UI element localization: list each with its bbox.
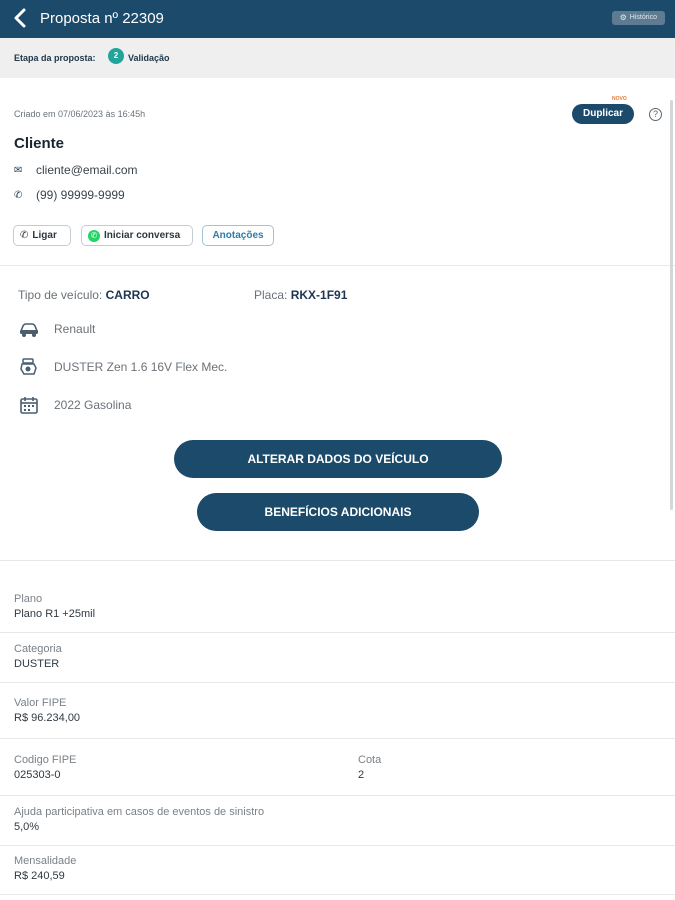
divider xyxy=(0,894,675,895)
stage-number-badge: 2 xyxy=(108,48,124,64)
vehicle-model: DUSTER Zen 1.6 16V Flex Mec. xyxy=(54,360,228,374)
gear-icon: ⚙ xyxy=(619,13,627,22)
start-chat-button[interactable]: ✆ Iniciar conversa xyxy=(81,225,193,246)
divider xyxy=(0,560,675,561)
monthly-fee-value: R$ 240,59 xyxy=(14,870,65,882)
page-title: Proposta nº 22309 xyxy=(40,10,164,27)
history-label: Histórico xyxy=(629,14,657,21)
top-app-bar: Proposta nº 22309 ⚙ Histórico xyxy=(0,0,675,38)
monthly-fee-field: Mensalidade R$ 240,59 xyxy=(14,855,76,882)
divider xyxy=(0,632,675,633)
fipe-code-field: Codigo FIPE 025303-0 xyxy=(14,754,76,781)
new-badge: NOVO xyxy=(612,96,627,102)
plan-label: Plano xyxy=(14,593,43,605)
engine-icon xyxy=(18,356,40,378)
edit-vehicle-button[interactable]: ALTERAR DADOS DO VEÍCULO xyxy=(174,440,502,478)
quota-field: Cota 2 xyxy=(358,754,381,781)
divider xyxy=(0,845,675,846)
fipe-code-label: Codigo FIPE xyxy=(14,754,77,766)
category-label: Categoria xyxy=(14,643,62,655)
stage-bar: Etapa da proposta: 2 Validação xyxy=(0,38,675,78)
divider xyxy=(0,795,675,796)
divider xyxy=(0,682,675,683)
vehicle-year-row: 2022 Gasolina xyxy=(18,394,131,416)
vehicle-model-row: DUSTER Zen 1.6 16V Flex Mec. xyxy=(18,356,227,378)
quota-value: 2 xyxy=(358,769,365,781)
call-button[interactable]: ✆ Ligar xyxy=(13,225,71,246)
fipe-value-field: Valor FIPE R$ 96.234,00 xyxy=(14,697,80,724)
phone-icon: ✆ xyxy=(14,189,23,201)
participation-label: Ajuda participativa em casos de eventos … xyxy=(14,806,265,818)
client-phone[interactable]: (99) 99999-9999 xyxy=(36,188,125,202)
envelope-icon: ✉ xyxy=(14,164,23,176)
stage-name: Validação xyxy=(128,53,170,63)
calendar-icon xyxy=(18,394,40,416)
divider xyxy=(0,738,675,739)
participation-field: Ajuda participativa em casos de eventos … xyxy=(14,806,264,833)
vehicle-brand: Renault xyxy=(54,322,96,336)
plate-value: RKX-1F91 xyxy=(290,288,348,302)
whatsapp-icon: ✆ xyxy=(88,229,100,242)
client-name: Cliente xyxy=(14,135,65,152)
divider xyxy=(0,265,675,266)
back-arrow-icon[interactable] xyxy=(10,6,32,30)
participation-value: 5,0% xyxy=(14,821,40,833)
start-chat-label: Iniciar conversa xyxy=(104,230,181,241)
notes-label: Anotações xyxy=(212,230,264,241)
created-date: Criado em 07/06/2023 às 16:45h xyxy=(14,109,146,119)
help-icon[interactable]: ? xyxy=(649,108,662,121)
vehicle-plate: Placa: RKX-1F91 xyxy=(254,288,347,302)
client-phone-row: ✆ (99) 99999-9999 xyxy=(14,188,125,202)
vehicle-type: Tipo de veículo: CARRO xyxy=(18,288,150,302)
vehicle-year-fuel: 2022 Gasolina xyxy=(54,398,132,412)
category-field: Categoria DUSTER xyxy=(14,643,62,670)
call-label: Ligar xyxy=(32,230,57,241)
client-email[interactable]: cliente@email.com xyxy=(36,163,138,177)
history-button[interactable]: ⚙ Histórico xyxy=(611,11,665,25)
fipe-value: R$ 96.234,00 xyxy=(14,712,81,724)
car-icon xyxy=(18,318,40,340)
quota-label: Cota xyxy=(358,754,382,766)
vehicle-type-value: CARRO xyxy=(105,288,150,302)
additional-benefits-button[interactable]: BENEFÍCIOS ADICIONAIS xyxy=(197,493,479,531)
category-value: DUSTER xyxy=(14,658,60,670)
fipe-value-label: Valor FIPE xyxy=(14,697,67,709)
monthly-fee-label: Mensalidade xyxy=(14,855,77,867)
client-email-row: ✉ cliente@email.com xyxy=(14,163,138,177)
fipe-code-value: 025303-0 xyxy=(14,769,61,781)
plan-field: Plano Plano R1 +25mil xyxy=(14,593,95,620)
plate-label: Placa: xyxy=(254,288,288,302)
phone-icon: ✆ xyxy=(20,230,29,241)
notes-button[interactable]: Anotações xyxy=(202,225,274,246)
plan-value: Plano R1 +25mil xyxy=(14,608,96,620)
stage-label: Etapa da proposta: xyxy=(14,53,96,63)
vehicle-brand-row: Renault xyxy=(18,318,95,340)
vehicle-type-label: Tipo de veículo: xyxy=(18,288,103,302)
scrollbar[interactable] xyxy=(670,100,673,510)
duplicate-button[interactable]: Duplicar xyxy=(572,104,634,124)
